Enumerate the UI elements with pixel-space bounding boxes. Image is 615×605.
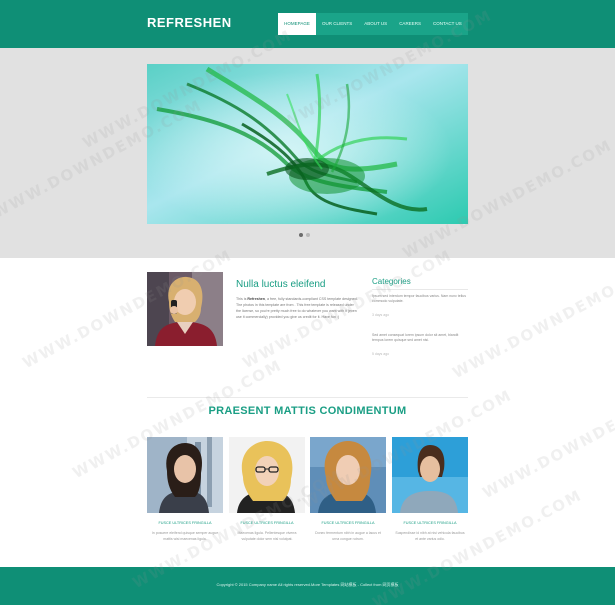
hero-slider xyxy=(0,48,615,258)
team-text-2: Maecenas ligula. Pellentesque viverra vu… xyxy=(237,531,297,541)
nav-item-homepage[interactable]: HOMEPAGE xyxy=(278,13,316,35)
main-nav: HOMEPAGE OUR CLIENTS ABOUT US CAREERS CO… xyxy=(278,13,468,35)
category-entry-2-date: 5 days ago xyxy=(372,352,390,356)
team-text-3: Donec fermentum nibh in augue a lacus et… xyxy=(315,531,381,541)
category-entry-1[interactable]: Ipsum sed interdum tempor faucibus variu… xyxy=(372,294,468,304)
categories-divider xyxy=(372,289,468,290)
watermark-text: WWW.DOWNDEMO.COM xyxy=(449,255,615,383)
team-photo-4[interactable] xyxy=(392,437,468,513)
team-name-3[interactable]: FUSCE ULTRICES FRINGILLA xyxy=(310,521,386,526)
section-divider xyxy=(147,397,468,398)
team-photo-3[interactable] xyxy=(310,437,386,513)
category-entry-1-date: 3 days ago xyxy=(372,313,390,317)
team-card-2: FUSCE ULTRICES FRINGILLA Maecenas ligula… xyxy=(229,437,305,542)
slider-dot-1[interactable] xyxy=(299,233,303,237)
team-name-2[interactable]: FUSCE ULTRICES FRINGILLA xyxy=(229,521,305,526)
team-card-3: FUSCE ULTRICES FRINGILLA Donec fermentum… xyxy=(310,437,386,542)
footer-copyright: Copyright © 2015 Company name All rights… xyxy=(216,582,399,587)
site-footer: Copyright © 2015 Company name All rights… xyxy=(0,567,615,605)
nav-item-about-us[interactable]: ABOUT US xyxy=(358,13,393,35)
team-name-4[interactable]: FUSCE ULTRICES FRINGILLA xyxy=(392,521,468,526)
watermark-text: WWW.DOWNDEMO.COM xyxy=(479,375,615,503)
team-card-4: FUSCE ULTRICES FRINGILLA Suspendisse id … xyxy=(392,437,468,542)
team-text-4: Suspendisse id nibh at nisi vehicula fau… xyxy=(395,531,465,541)
intro-brand: Refreshen xyxy=(247,297,265,301)
site-logo[interactable]: REFRESHEN xyxy=(147,15,232,30)
nav-item-contact-us[interactable]: CONTACT US xyxy=(427,13,468,35)
team-photo-1[interactable] xyxy=(147,437,223,513)
team-card-1: FUSCE ULTRICES FRINGILLA In posuere elei… xyxy=(147,437,223,542)
nav-item-careers[interactable]: CAREERS xyxy=(393,13,427,35)
section-title: PRAESENT MATTIS CONDIMENTUM xyxy=(208,405,407,417)
categories-title: Categories xyxy=(372,277,411,286)
slider-pagination xyxy=(299,233,310,237)
site-header: REFRESHEN HOMEPAGE OUR CLIENTS ABOUT US … xyxy=(0,0,615,48)
slider-dot-2[interactable] xyxy=(306,233,310,237)
intro-title: Nulla luctus eleifend xyxy=(236,279,326,290)
team-text-1: In posuere eleifend quisque semper augue… xyxy=(151,531,219,541)
team-name-1[interactable]: FUSCE ULTRICES FRINGILLA xyxy=(147,521,223,526)
intro-paragraph: This is Refreshen, a free, fully standar… xyxy=(236,297,358,319)
category-entry-2[interactable]: Sed amet consequat lorem ipsum dolor sit… xyxy=(372,333,468,343)
nav-item-our-clients[interactable]: OUR CLIENTS xyxy=(316,13,358,35)
team-photo-2[interactable] xyxy=(229,437,305,513)
slide-image-ink xyxy=(147,64,468,224)
intro-portrait-image xyxy=(147,272,223,346)
